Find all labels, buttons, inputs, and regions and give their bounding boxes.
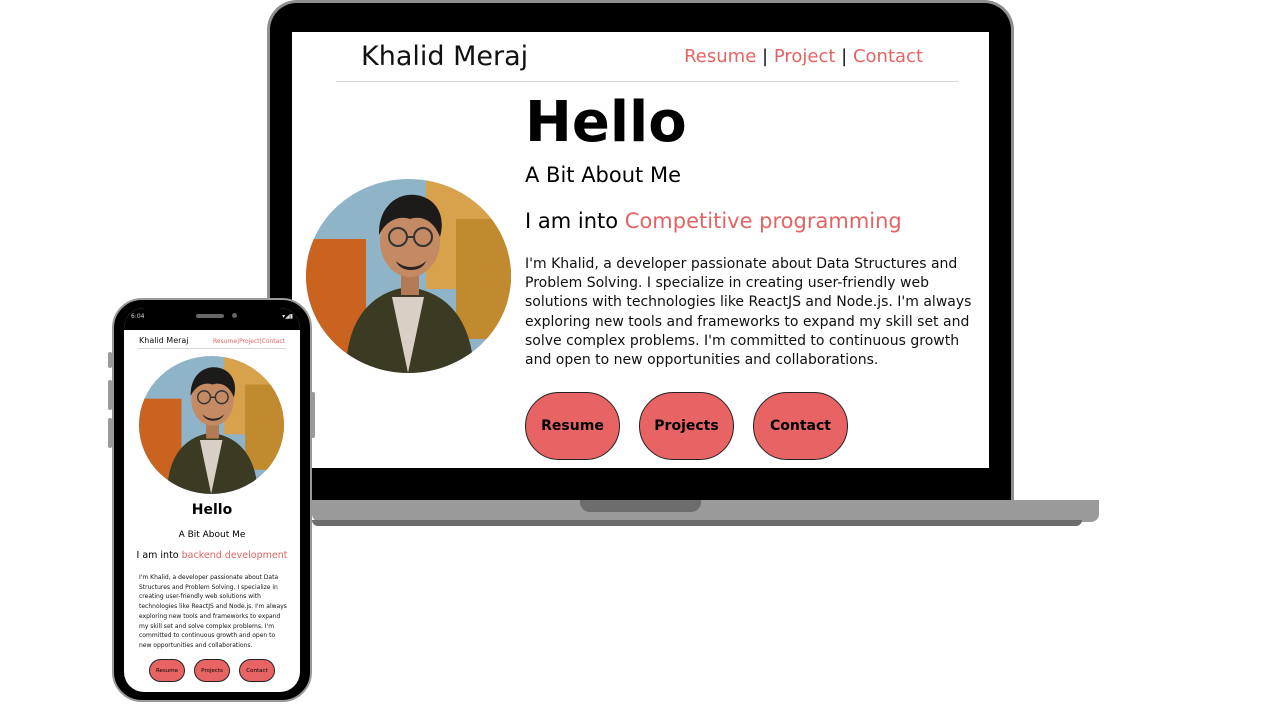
mobile-site-header: Khalid Meraj Resume|Project|Contact bbox=[138, 334, 286, 349]
interests-line: I am into Competitive programming bbox=[525, 209, 902, 233]
status-bar: 6:04 ▾◢▮ bbox=[124, 308, 300, 330]
phone-volume-down-button bbox=[108, 418, 112, 448]
status-time: 6:04 bbox=[131, 313, 145, 320]
mobile-website-screen: 6:04 ▾◢▮ Khalid Meraj Resume|Project|Con… bbox=[124, 308, 300, 692]
about-paragraph: I'm Khalid, a developer passionate about… bbox=[525, 256, 972, 369]
interests-prefix: I am into bbox=[525, 209, 619, 233]
site-nav: Resume | Project | Contact bbox=[684, 46, 923, 67]
mobile-resume-button[interactable]: Resume bbox=[149, 659, 185, 682]
hello-heading: Hello bbox=[525, 90, 687, 155]
mobile-hello-heading: Hello bbox=[191, 502, 233, 518]
mobile-brand-name[interactable]: Khalid Meraj bbox=[139, 336, 189, 345]
site-header: Khalid Meraj Resume | Project | Contact bbox=[336, 32, 958, 82]
mobile-interests-prefix: I am into bbox=[136, 550, 179, 561]
mobile-about-paragraph: I'm Khalid, a developer passionate about… bbox=[139, 574, 287, 649]
phone-power-button bbox=[311, 392, 315, 438]
projects-button[interactable]: Projects bbox=[639, 392, 734, 460]
nav-resume-link[interactable]: Resume bbox=[684, 46, 756, 67]
battery-icon: ▾◢▮ bbox=[282, 313, 293, 320]
mobile-avatar bbox=[139, 356, 284, 494]
mobile-projects-button[interactable]: Projects bbox=[194, 659, 230, 682]
mobile-site-nav[interactable]: Resume|Project|Contact bbox=[213, 338, 285, 345]
phone-volume-up-button bbox=[108, 380, 112, 410]
contact-button[interactable]: Contact bbox=[753, 392, 848, 460]
desktop-website-screen: Khalid Meraj Resume | Project | Contact … bbox=[292, 32, 989, 468]
nav-contact-link[interactable]: Contact bbox=[853, 46, 923, 67]
about-subheading: A Bit About Me bbox=[525, 163, 681, 187]
speaker-grille bbox=[196, 314, 224, 318]
nav-separator: | bbox=[762, 46, 769, 67]
nav-separator: | bbox=[841, 46, 848, 67]
mobile-about-subheading: A Bit About Me bbox=[178, 530, 246, 540]
profile-photo-icon bbox=[139, 356, 284, 494]
brand-name[interactable]: Khalid Meraj bbox=[361, 41, 528, 72]
phone-side-button bbox=[108, 352, 112, 368]
laptop-base-shadow bbox=[312, 520, 1082, 526]
laptop-base bbox=[312, 500, 1099, 522]
resume-button[interactable]: Resume bbox=[525, 392, 620, 460]
mobile-interests-highlight: backend development bbox=[181, 550, 288, 561]
mobile-contact-button[interactable]: Contact bbox=[239, 659, 275, 682]
nav-project-link[interactable]: Project bbox=[774, 46, 836, 67]
profile-photo-icon bbox=[306, 179, 511, 373]
laptop-trackpad-notch bbox=[580, 500, 701, 512]
avatar bbox=[306, 179, 511, 373]
interests-highlight: Competitive programming bbox=[624, 209, 902, 233]
front-camera-icon bbox=[232, 313, 237, 318]
mobile-interests-line: I am into backend development bbox=[124, 550, 300, 561]
